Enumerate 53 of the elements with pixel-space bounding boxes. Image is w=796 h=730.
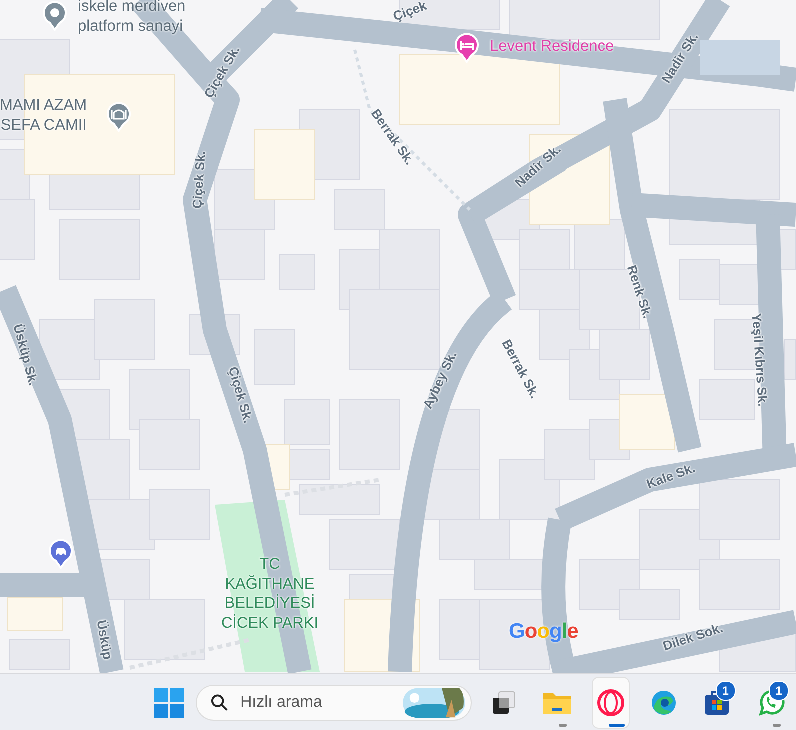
bed-pin-icon[interactable] bbox=[454, 32, 480, 64]
google-logo: Google bbox=[509, 620, 578, 644]
landscape-illustration-icon bbox=[402, 688, 465, 718]
building bbox=[94, 300, 156, 360]
building bbox=[330, 520, 400, 570]
building bbox=[284, 400, 330, 446]
street-label: Çiçek bbox=[391, 0, 429, 24]
taskbar-app-button[interactable]: 1 bbox=[699, 678, 736, 728]
location-pin-icon[interactable] bbox=[42, 0, 68, 32]
building bbox=[10, 640, 70, 670]
street-label: Çiçek Sk. bbox=[226, 365, 256, 425]
building bbox=[600, 330, 650, 380]
street-label: Yeşil Kıbrıs Sk. bbox=[749, 312, 771, 408]
mosque-pin-icon[interactable] bbox=[106, 101, 132, 133]
building bbox=[574, 220, 626, 270]
task-view-icon bbox=[491, 690, 518, 716]
building bbox=[780, 230, 796, 270]
street-label: Çiçek Sk. bbox=[190, 150, 208, 210]
building bbox=[340, 400, 400, 470]
place-label: Levent Residence bbox=[490, 37, 614, 56]
search-box[interactable]: Hızlı arama bbox=[196, 684, 472, 720]
building bbox=[544, 430, 596, 480]
street-label: Üsküp bbox=[94, 619, 116, 661]
building bbox=[280, 254, 316, 290]
building bbox=[254, 330, 296, 386]
edge-icon bbox=[650, 688, 678, 716]
building bbox=[290, 450, 330, 480]
highlighted-building bbox=[8, 598, 64, 632]
building bbox=[720, 264, 760, 306]
windows-logo-icon bbox=[154, 688, 184, 718]
building bbox=[140, 420, 200, 470]
opera-icon bbox=[596, 688, 625, 716]
street-label: Kale Sk. bbox=[644, 460, 698, 492]
building bbox=[150, 490, 210, 540]
building bbox=[784, 340, 796, 380]
place-label: MAMI AZAM SEFA CAMII bbox=[0, 96, 87, 135]
building bbox=[680, 260, 720, 300]
highlighted-building bbox=[254, 130, 316, 200]
building bbox=[700, 380, 756, 420]
building bbox=[214, 230, 266, 280]
building bbox=[520, 230, 570, 270]
car-pin-icon[interactable] bbox=[48, 538, 74, 570]
search-icon bbox=[211, 694, 229, 712]
taskbar-app-button[interactable]: 1 bbox=[752, 678, 789, 728]
place-label: TC KAĞITHANE BELEDİYESİ CİCEK PARKI bbox=[220, 555, 320, 633]
street-label: Renk Sk. bbox=[624, 264, 656, 320]
search-field[interactable]: Hızlı arama bbox=[238, 692, 393, 712]
building bbox=[474, 560, 546, 590]
notification-badge: 1 bbox=[716, 680, 736, 700]
street-label: Üsküp Sk. bbox=[10, 322, 42, 388]
highlighted-building bbox=[620, 394, 676, 450]
street-label: Dilek Sok. bbox=[661, 620, 725, 654]
notification-badge: 1 bbox=[768, 680, 789, 700]
